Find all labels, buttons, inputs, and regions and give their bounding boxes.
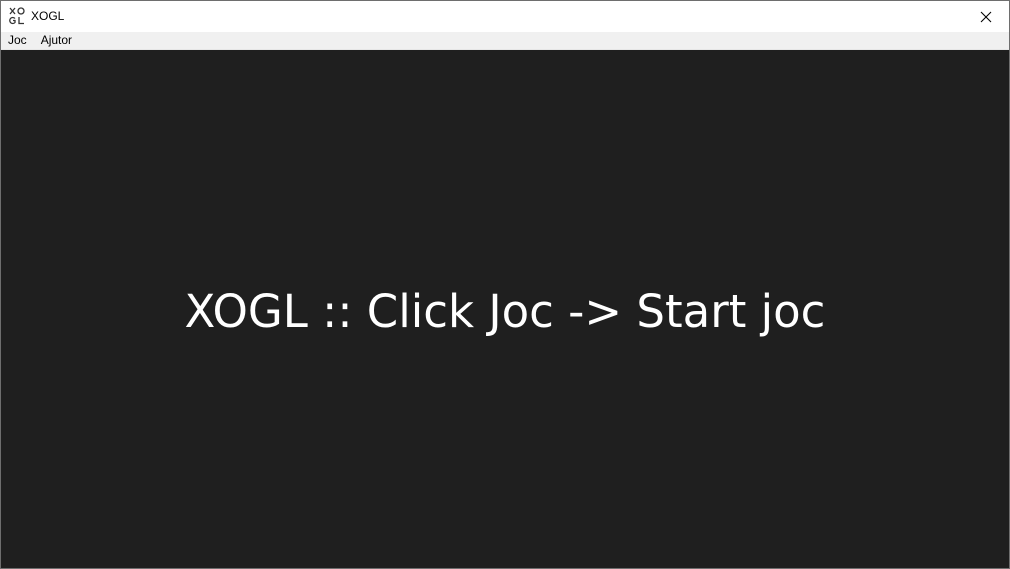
close-button[interactable]	[963, 1, 1009, 32]
close-icon	[980, 11, 992, 22]
game-canvas[interactable]: XOGL :: Click Joc -> Start joc	[1, 50, 1009, 568]
title-bar[interactable]: XOGL	[1, 1, 1009, 32]
window-title: XOGL	[31, 9, 65, 23]
app-icon	[9, 7, 25, 25]
start-message: XOGL :: Click Joc -> Start joc	[184, 285, 826, 338]
menu-bar: Joc Ajutor	[1, 32, 1009, 50]
menu-item-joc[interactable]: Joc	[1, 32, 34, 49]
app-window: XOGL Joc Ajutor XOGL :: Click Joc -> Sta…	[0, 0, 1010, 569]
menu-item-ajutor[interactable]: Ajutor	[34, 32, 79, 49]
